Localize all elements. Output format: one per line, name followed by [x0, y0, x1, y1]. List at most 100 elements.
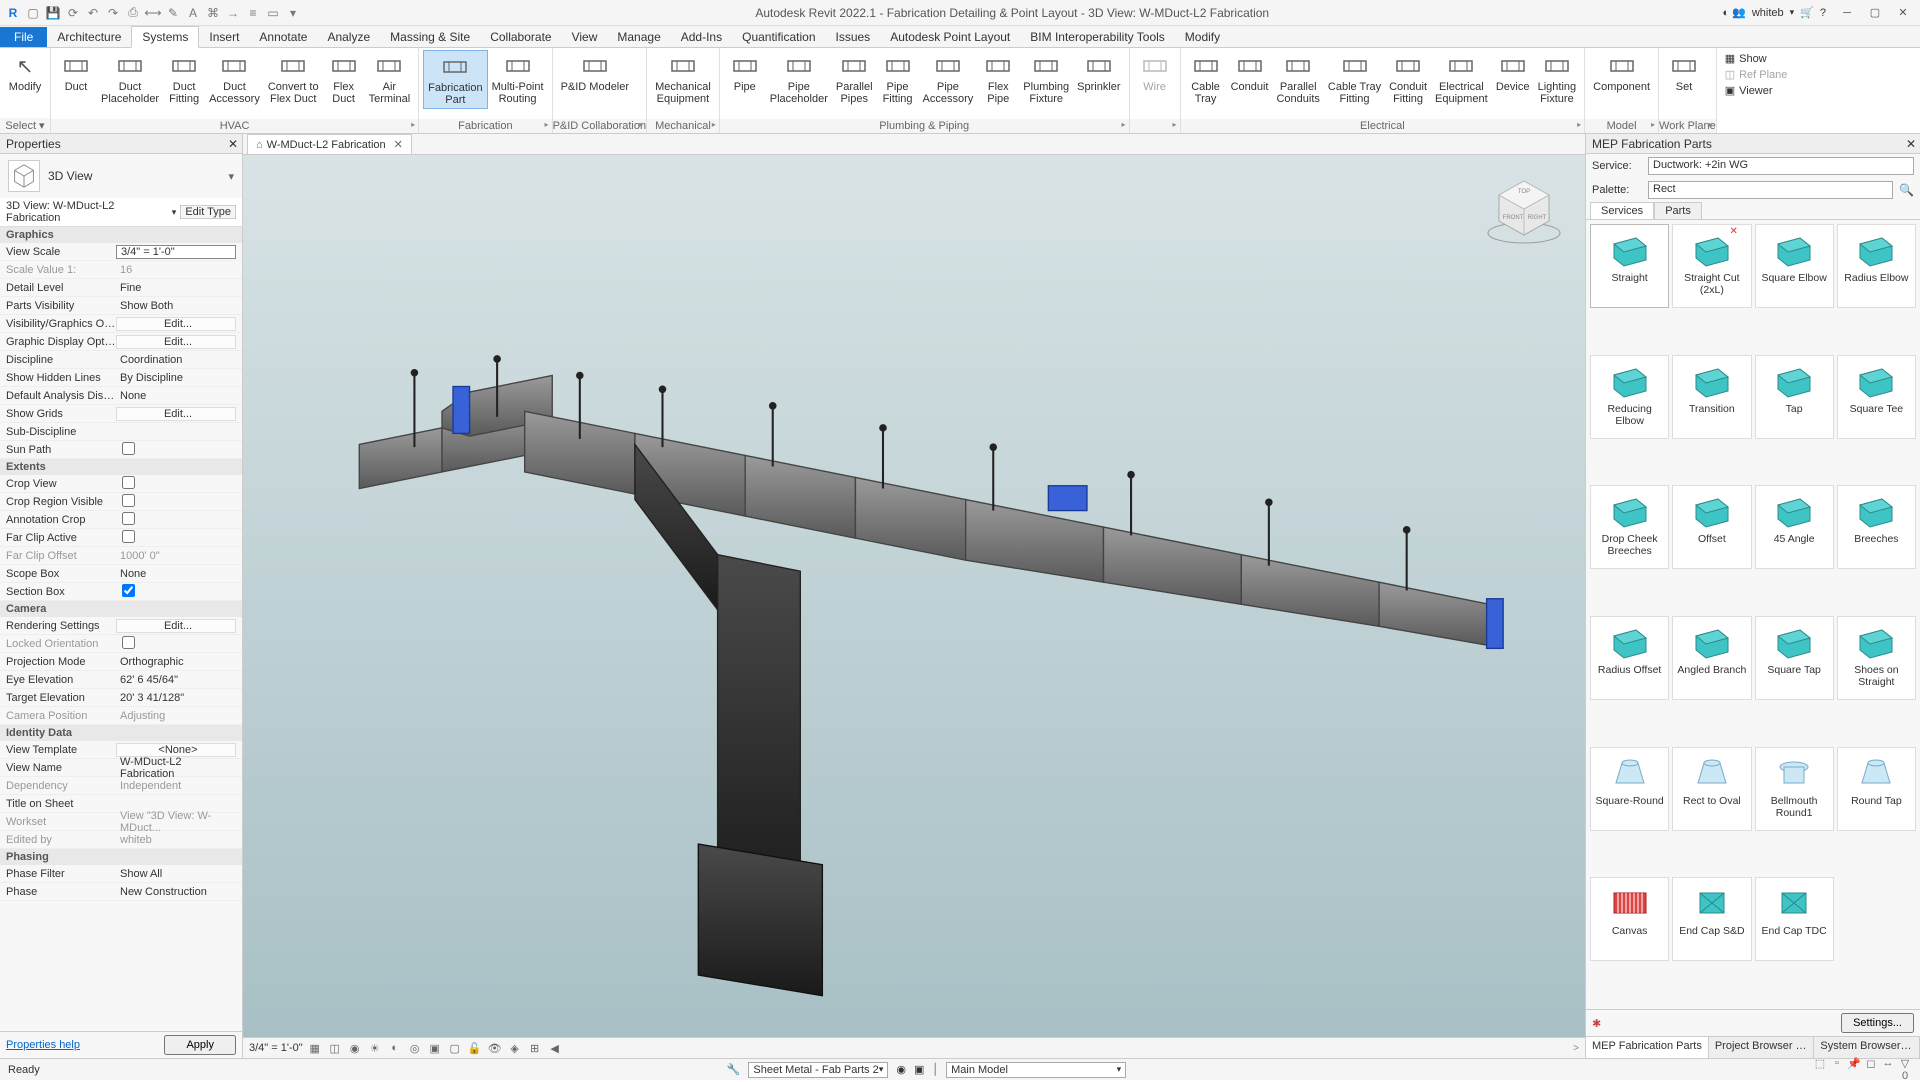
part-sqtee[interactable]: Square Tee	[1837, 355, 1916, 439]
minimize-icon[interactable]: ─	[1834, 3, 1860, 23]
group-label[interactable]: Plumbing & Piping▸	[720, 119, 1129, 133]
editable-only-icon[interactable]: ◉	[896, 1063, 906, 1076]
switch-windows-icon[interactable]: ▾	[284, 4, 302, 22]
device-button[interactable]: Device	[1492, 50, 1534, 95]
part-breeches[interactable]: Breeches	[1837, 485, 1916, 569]
filter-icon[interactable]: ▽ 0	[1898, 1057, 1912, 1082]
prop-row[interactable]: Crop View	[0, 475, 242, 493]
checkbox[interactable]	[122, 512, 135, 525]
parallel-button[interactable]: Parallel Pipes	[832, 50, 877, 107]
close-hidden-icon[interactable]: ▭	[264, 4, 282, 22]
set-button[interactable]: Set	[1663, 50, 1705, 95]
apply-button[interactable]: Apply	[164, 1035, 236, 1055]
duct-fit-button[interactable]: Duct Fitting	[163, 50, 205, 107]
prop-row[interactable]: WorksetView "3D View: W-MDuct...	[0, 813, 242, 831]
menu-tab-view[interactable]: View	[562, 27, 608, 47]
prop-row[interactable]: Detail LevelFine	[0, 279, 242, 297]
palette-tab-system[interactable]: System Browser - Fabric...	[1814, 1037, 1920, 1058]
viewer-button[interactable]: ▣Viewer	[1725, 84, 1773, 97]
part-dropcheek[interactable]: Drop Cheek Breeches	[1590, 485, 1669, 569]
part-radoffset[interactable]: Radius Offset	[1590, 616, 1669, 700]
select-group-label[interactable]: Select ▾	[0, 118, 50, 133]
prop-row[interactable]: Graphic Display OptionsEdit...	[0, 333, 242, 351]
part-endcap2[interactable]: End Cap TDC	[1755, 877, 1834, 961]
prop-row[interactable]: Eye Elevation62' 6 45/64"	[0, 671, 242, 689]
view-tab[interactable]: ⌂ W-MDuct-L2 Fabrication ✕	[247, 134, 412, 154]
checkbox[interactable]	[122, 494, 135, 507]
prop-row[interactable]: Target Elevation20' 3 41/128"	[0, 689, 242, 707]
menu-tab-systems[interactable]: Systems	[131, 26, 199, 48]
show-button[interactable]: ▦Show	[1725, 52, 1767, 65]
part-transition[interactable]: Transition	[1672, 355, 1751, 439]
shadow-icon[interactable]: ◐	[387, 1040, 403, 1056]
duct-ph-button[interactable]: Duct Placeholder	[97, 50, 163, 107]
close-icon[interactable]: ✕	[1890, 3, 1916, 23]
part-bellmouth[interactable]: Bellmouth Round1	[1755, 747, 1834, 831]
workset-select[interactable]: Sheet Metal - Fab Parts 2▾	[748, 1062, 888, 1078]
redo-icon[interactable]: ↷	[104, 4, 122, 22]
scale-display[interactable]: 3/4" = 1'-0"	[249, 1042, 303, 1054]
refresh-icon[interactable]: ✱	[1592, 1017, 1601, 1030]
group-label[interactable]: Fabrication▸	[419, 119, 551, 133]
design-options-select[interactable]: Main Model▾	[946, 1062, 1126, 1078]
palette-tab-project[interactable]: Project Browser - Fabric...	[1709, 1037, 1815, 1058]
duct-button[interactable]: Duct	[55, 50, 97, 95]
prop-row[interactable]: DisciplineCoordination	[0, 351, 242, 369]
air-button[interactable]: Air Terminal	[365, 50, 415, 107]
analytical-icon[interactable]: ◀	[547, 1040, 563, 1056]
part-radelbow[interactable]: Radius Elbow	[1837, 224, 1916, 308]
part-redelbow[interactable]: Reducing Elbow	[1590, 355, 1669, 439]
light-button[interactable]: Lighting Fixture	[1534, 50, 1581, 107]
prop-row[interactable]: Visibility/Graphics Overri...Edit...	[0, 315, 242, 333]
mech-button[interactable]: Mechanical Equipment	[651, 50, 715, 107]
part-sqround[interactable]: Square-Round	[1590, 747, 1669, 831]
checkbox[interactable]	[122, 584, 135, 597]
group-label[interactable]: Mechanical▸	[647, 119, 719, 133]
parts-tab[interactable]: Parts	[1654, 202, 1702, 219]
part-endcap1[interactable]: End Cap S&D	[1672, 877, 1751, 961]
prop-row[interactable]: DependencyIndependent	[0, 777, 242, 795]
thin-lines-icon[interactable]: ≡	[244, 4, 262, 22]
prop-row[interactable]: Edited bywhiteb	[0, 831, 242, 849]
measure-icon[interactable]: ⟷	[144, 4, 162, 22]
prop-row[interactable]: Locked Orientation	[0, 635, 242, 653]
type-selector[interactable]: 3D View	[48, 169, 220, 183]
prop-row[interactable]: Parts VisibilityShow Both	[0, 297, 242, 315]
select-pinned-icon[interactable]: 📌	[1847, 1057, 1861, 1082]
drag-icon[interactable]: ↔	[1881, 1057, 1895, 1082]
pipe-button[interactable]: Pipe	[724, 50, 766, 95]
dimension-icon[interactable]: ✎	[164, 4, 182, 22]
pipe-fit-button[interactable]: Pipe Fitting	[877, 50, 919, 107]
model-graphics-icon[interactable]: ▦	[307, 1040, 323, 1056]
service-select[interactable]: Ductwork: +2in WG	[1648, 157, 1914, 175]
open-icon[interactable]: ▢	[24, 4, 42, 22]
group-label[interactable]: HVAC▸	[51, 119, 418, 133]
modify-button[interactable]: ↖ Modify	[4, 50, 46, 95]
menu-tab-annotate[interactable]: Annotate	[249, 27, 317, 47]
signin-icon[interactable]: ◐ 👥	[1722, 6, 1745, 19]
checkbox[interactable]	[122, 636, 135, 649]
close-icon[interactable]: ✕	[228, 137, 238, 151]
menu-tab-file[interactable]: File	[0, 27, 47, 47]
prop-row[interactable]: PhaseNew Construction	[0, 883, 242, 901]
prop-row[interactable]: View Scale3/4" = 1'-0"	[0, 243, 242, 261]
sprinkler-button[interactable]: Sprinkler	[1073, 50, 1124, 95]
help-icon[interactable]: ?	[1820, 7, 1826, 19]
group-label[interactable]: Model▸	[1585, 119, 1658, 133]
flex-duct-button[interactable]: Flex Duct	[323, 50, 365, 107]
undo-icon[interactable]: ↶	[84, 4, 102, 22]
menu-tab-biminteroperabilitytools[interactable]: BIM Interoperability Tools	[1020, 27, 1175, 47]
print-icon[interactable]: ⎙	[124, 4, 142, 22]
menu-tab-collaborate[interactable]: Collaborate	[480, 27, 561, 47]
select-underlay-icon[interactable]: ▫	[1830, 1057, 1844, 1082]
menu-tab-quantification[interactable]: Quantification	[732, 27, 825, 47]
fab-button[interactable]: Fabrication Part	[423, 50, 487, 109]
menu-tab-architecture[interactable]: Architecture	[47, 27, 131, 47]
pconduit-button[interactable]: Parallel Conduits	[1272, 50, 1323, 107]
cart-icon[interactable]: 🛒	[1800, 6, 1814, 19]
instance-name[interactable]: 3D View: W-MDuct-L2 Fabrication	[6, 200, 168, 224]
palette-tab-mep[interactable]: MEP Fabrication Parts	[1586, 1037, 1709, 1058]
text-icon[interactable]: A	[184, 4, 202, 22]
prop-row[interactable]: Projection ModeOrthographic	[0, 653, 242, 671]
prop-row[interactable]: Sun Path	[0, 441, 242, 459]
